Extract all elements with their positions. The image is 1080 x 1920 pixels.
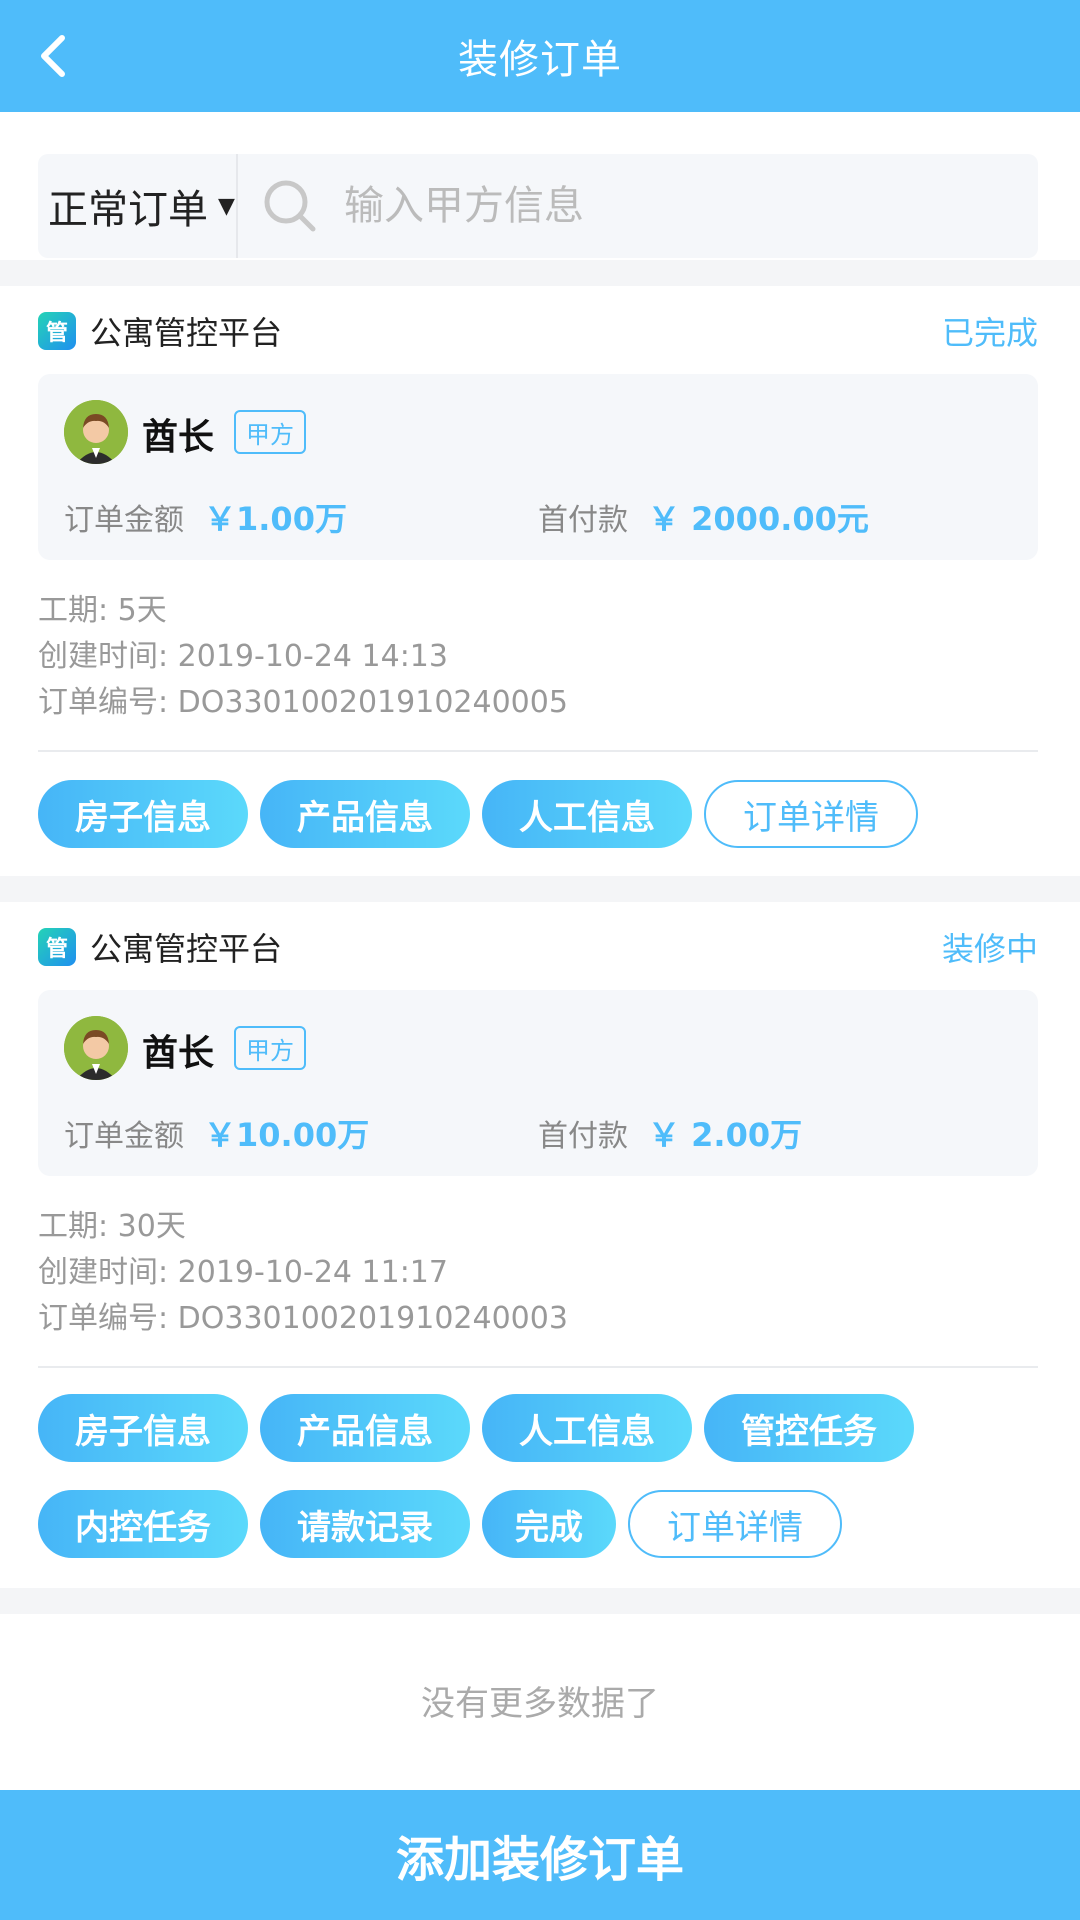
order-amount-value: ￥10.00万 [204, 1116, 370, 1154]
product-info-button[interactable]: 产品信息 [260, 1394, 470, 1462]
order-summary: 酋长 甲方 订单金额 ￥10.00万 首付款 ￥ 2.00万 [38, 990, 1038, 1176]
order-detail-button[interactable]: 订单详情 [704, 780, 918, 848]
order-detail-button[interactable]: 订单详情 [628, 1490, 842, 1558]
order-created-time: 创建时间: 2019-10-24 11:17 [38, 1255, 448, 1290]
labor-info-button[interactable]: 人工信息 [482, 1394, 692, 1462]
order-card: 管 公寓管控平台 已完成 酋长 甲方 订单金额 ￥1.00万 首付款 ￥ 200… [0, 286, 1080, 876]
client-name: 酋长 [142, 1033, 215, 1074]
labor-info-button[interactable]: 人工信息 [482, 780, 692, 848]
section-separator [0, 260, 1080, 286]
order-card-header: 管 公寓管控平台 已完成 [38, 310, 1038, 352]
divider [38, 750, 1038, 752]
order-card: 管 公寓管控平台 装修中 酋长 甲方 订单金额 ￥10.00万 首付款 ￥ 2.… [0, 902, 1080, 1588]
order-status: 已完成 [941, 314, 1038, 352]
order-number: 订单编号: DO330100201910240003 [38, 1301, 568, 1336]
order-amount-label: 订单金额 [64, 1119, 184, 1154]
control-task-button[interactable]: 管控任务 [704, 1394, 914, 1462]
payment-request-button[interactable]: 请款记录 [260, 1490, 470, 1558]
complete-button[interactable]: 完成 [482, 1490, 616, 1558]
order-actions: 内控任务 请款记录 完成 订单详情 [38, 1490, 854, 1558]
order-period: 工期: 30天 [38, 1209, 186, 1244]
search-input[interactable] [342, 182, 1006, 230]
no-more-data-text: 没有更多数据了 [421, 1684, 659, 1724]
order-actions: 房子信息 产品信息 人工信息 订单详情 [38, 780, 930, 848]
avatar [64, 1016, 128, 1080]
section-separator [0, 1588, 1080, 1614]
order-type-dropdown[interactable]: 正常订单 ▼ [38, 154, 238, 258]
order-created-time: 创建时间: 2019-10-24 14:13 [38, 639, 448, 674]
section-separator [0, 876, 1080, 902]
down-payment-value: ￥ 2.00万 [648, 1116, 803, 1154]
product-info-button[interactable]: 产品信息 [260, 780, 470, 848]
order-summary: 酋长 甲方 订单金额 ￥1.00万 首付款 ￥ 2000.00元 [38, 374, 1038, 560]
order-amount: 订单金额 ￥1.00万 [64, 494, 347, 540]
search-bar: 正常订单 ▼ [38, 154, 1038, 258]
order-type-label: 正常订单 [48, 187, 208, 233]
order-amount-label: 订单金额 [64, 503, 184, 538]
page-title: 装修订单 [458, 37, 622, 83]
platform-name: 公寓管控平台 [90, 930, 283, 968]
caret-down-icon: ▼ [218, 193, 235, 219]
client-name: 酋长 [142, 417, 215, 458]
down-payment-label: 首付款 [538, 503, 628, 538]
down-payment-value: ￥ 2000.00元 [648, 500, 869, 538]
chevron-left-icon [41, 35, 65, 77]
order-amount: 订单金额 ￥10.00万 [64, 1110, 369, 1156]
order-card-header: 管 公寓管控平台 装修中 [38, 926, 1038, 968]
order-number: 订单编号: DO330100201910240005 [38, 685, 568, 720]
down-payment-label: 首付款 [538, 1119, 628, 1154]
back-button[interactable] [22, 26, 82, 86]
down-payment: 首付款 ￥ 2.00万 [538, 1110, 802, 1156]
app-header: 装修订单 [0, 0, 1080, 112]
down-payment: 首付款 ￥ 2000.00元 [538, 494, 869, 540]
house-info-button[interactable]: 房子信息 [38, 1394, 248, 1462]
platform-logo-icon: 管 [38, 312, 76, 350]
order-actions: 房子信息 产品信息 人工信息 管控任务 [38, 1394, 926, 1462]
search-icon [264, 180, 316, 232]
platform-logo-icon: 管 [38, 928, 76, 966]
avatar [64, 400, 128, 464]
divider [38, 1366, 1038, 1368]
order-amount-value: ￥1.00万 [204, 500, 347, 538]
order-meta: 工期: 30天 创建时间: 2019-10-24 11:17 订单编号: DO3… [38, 1204, 568, 1342]
party-badge: 甲方 [234, 1026, 306, 1070]
house-info-button[interactable]: 房子信息 [38, 780, 248, 848]
order-period: 工期: 5天 [38, 593, 167, 628]
order-status: 装修中 [941, 930, 1038, 968]
party-badge: 甲方 [234, 410, 306, 454]
platform-name: 公寓管控平台 [90, 314, 283, 352]
add-order-button[interactable]: 添加装修订单 [0, 1790, 1080, 1920]
internal-task-button[interactable]: 内控任务 [38, 1490, 248, 1558]
order-meta: 工期: 5天 创建时间: 2019-10-24 14:13 订单编号: DO33… [38, 588, 568, 726]
